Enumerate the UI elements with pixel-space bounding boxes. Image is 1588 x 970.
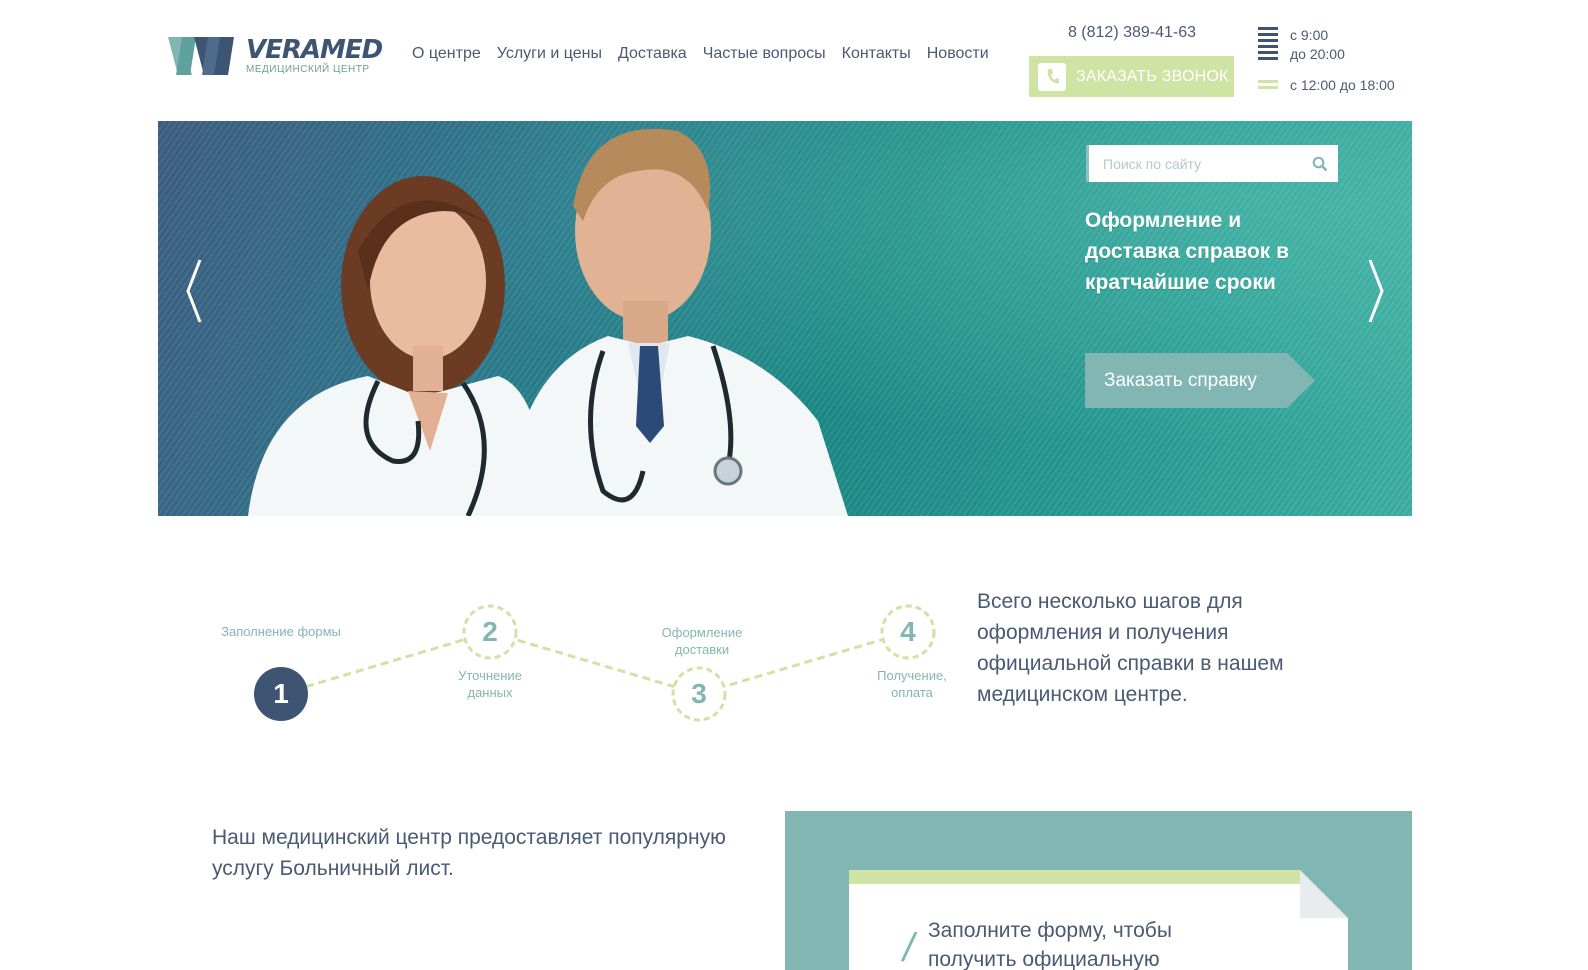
step-4-number: 4	[900, 616, 916, 647]
callback-button[interactable]: ЗАКАЗАТЬ ЗВОНОК	[1029, 56, 1234, 97]
step-2-number: 2	[482, 616, 498, 647]
weekend-bars-icon	[1258, 80, 1278, 92]
step-3-number: 3	[691, 678, 707, 709]
nav-item-services[interactable]: Услуги и цены	[497, 45, 602, 63]
form-title: Заполните форму, чтобы получить официаль…	[928, 919, 1172, 970]
slash-decoration-icon: /	[903, 926, 915, 970]
site-search	[1086, 145, 1338, 182]
logo[interactable]: VERAMED МЕДИЦИНСКИЙ ЦЕНТР	[168, 33, 383, 78]
nav-item-contacts[interactable]: Контакты	[842, 45, 911, 63]
form-card-accent-bar	[849, 870, 1300, 884]
working-hours: с 9:00 до 20:00 с 12:00 до 18:00	[1258, 26, 1418, 95]
step-2-label: Уточнение данных	[458, 668, 522, 700]
main-nav: О центре Услуги и цены Доставка Частые в…	[412, 45, 989, 63]
phone-handset-icon	[1038, 62, 1066, 91]
slider-prev-arrow-icon[interactable]	[180, 256, 206, 326]
step-1-label: Заполнение формы	[221, 624, 341, 639]
weekday-bars-icon	[1258, 27, 1278, 63]
brand-name: VERAMED	[246, 34, 383, 65]
callback-label: ЗАКАЗАТЬ ЗВОНОК	[1076, 67, 1229, 85]
doctors-photo	[248, 128, 848, 516]
hero-slider: Оформление и доставка справок в кратчайш…	[158, 121, 1412, 516]
step-1-number: 1	[254, 667, 308, 721]
hero-title: Оформление и доставка справок в кратчайш…	[1085, 209, 1290, 294]
weekday-to: до 20:00	[1290, 46, 1345, 62]
order-certificate-label: Заказать справку	[1104, 370, 1257, 391]
weekend-hours: с 12:00 до 18:00	[1290, 77, 1395, 93]
nav-item-delivery[interactable]: Доставка	[618, 45, 687, 63]
weekday-from: с 9:00	[1290, 27, 1329, 43]
request-form-panel: / Заполните форму, чтобы получить официа…	[785, 811, 1412, 970]
request-form-card: / Заполните форму, чтобы получить официа…	[849, 870, 1348, 970]
steps-connector-lines	[280, 604, 936, 722]
nav-item-about[interactable]: О центре	[412, 45, 481, 63]
order-certificate-button[interactable]: Заказать справку	[1085, 353, 1315, 408]
step-3-label: Оформление доставки	[661, 625, 743, 657]
service-intro: Наш медицинский центр предоставляет попу…	[212, 826, 726, 880]
steps-diagram: 1 2 3 4 Заполнение формы Уточнение данны…	[200, 580, 960, 740]
search-input[interactable]	[1089, 145, 1302, 182]
step-4-label: Получение, оплата	[877, 668, 947, 700]
phone-number[interactable]: 8 (812) 389-41-63	[1030, 24, 1234, 42]
nav-item-news[interactable]: Новости	[927, 45, 989, 63]
page-fold-icon	[1300, 870, 1348, 918]
site-header: VERAMED МЕДИЦИНСКИЙ ЦЕНТР О центре Услуг…	[0, 0, 1588, 120]
nav-item-faq[interactable]: Частые вопросы	[703, 45, 826, 63]
steps-description: Всего несколько шагов для оформления и п…	[977, 590, 1284, 706]
veramed-logo-mark-icon	[168, 36, 234, 75]
brand-tagline: МЕДИЦИНСКИЙ ЦЕНТР	[246, 63, 370, 75]
slider-next-arrow-icon[interactable]	[1364, 256, 1390, 326]
search-icon[interactable]	[1302, 145, 1338, 182]
